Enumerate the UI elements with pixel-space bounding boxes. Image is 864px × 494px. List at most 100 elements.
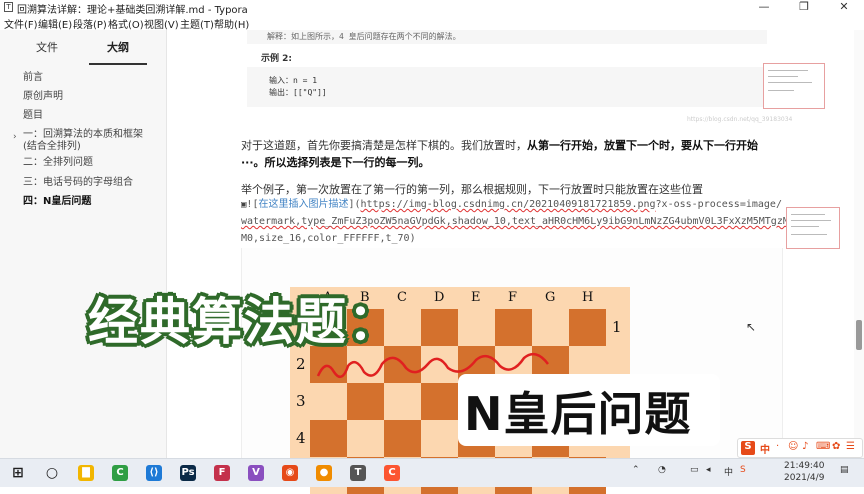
file-explorer-icon[interactable]: ▇	[78, 465, 94, 481]
vscode-icon[interactable]: ⟨⟩	[146, 465, 162, 481]
sidebar-tabs: 文件 大纲	[0, 36, 166, 65]
menu-edit[interactable]: 编辑(E)	[38, 16, 72, 31]
menu-format[interactable]: 格式(O)	[108, 16, 144, 31]
ime-toolbar[interactable]: S 中 · ☺ ♪ ⌨ ✿ ☰	[737, 438, 863, 458]
ime-voice-icon[interactable]: ♪	[802, 441, 808, 452]
menu-bar: 文件(F) 编辑(E) 段落(P) 格式(O) 视图(V) 主题(T) 帮助(H…	[0, 15, 864, 31]
rank-label-3: 3	[296, 392, 306, 410]
ime-keyboard-icon[interactable]: ⌨	[816, 441, 830, 452]
menu-paragraph[interactable]: 段落(P)	[73, 16, 107, 31]
image-url: https://img-blog.csdnimg.cn/202104091817…	[360, 199, 656, 210]
start-icon[interactable]: ⊞	[10, 465, 26, 481]
page-thumbnail-1[interactable]	[763, 63, 825, 109]
menu-file[interactable]: 文件(F)	[4, 16, 38, 31]
video-title-overlay: 经典算法题：	[88, 293, 400, 351]
chrome-icon[interactable]: ◉	[282, 465, 298, 481]
notifications-icon[interactable]: ▤	[840, 465, 849, 475]
outline-item-permutations[interactable]: 二：全排列问题	[23, 157, 93, 169]
board-square	[310, 420, 347, 457]
menu-view[interactable]: 视图(V)	[144, 16, 179, 31]
image-url-tail: M0,size_16,color_FFFFFF,t_70)	[241, 233, 416, 244]
explanation-block: 解释：如上图所示，4 皇后问题存在两个不同的解法。	[247, 30, 767, 44]
mouse-cursor-icon: ↖	[746, 320, 757, 334]
rank-label-4: 4	[296, 429, 306, 447]
board-square	[347, 383, 384, 420]
visual-studio-icon[interactable]: V	[248, 465, 264, 481]
ime-menu-icon[interactable]: ☰	[846, 441, 855, 452]
paragraph-text: 对于这道题，首先你要搞清楚是怎样下棋的。我们放置时，	[241, 139, 527, 152]
search-icon[interactable]: ○	[44, 465, 60, 481]
md-bracket-open: ![	[246, 199, 259, 210]
image-alt-text: 在这里插入图片描述	[258, 199, 349, 210]
csdn-watermark: https://blog.csdn.net/qq_39183034	[687, 116, 793, 123]
ime-punctuation-icon[interactable]: ·	[776, 441, 779, 452]
board-square	[347, 420, 384, 457]
file-label-f: F	[508, 290, 518, 305]
flowchart-icon[interactable]: F	[214, 465, 230, 481]
md-bracket-mid: ](	[348, 199, 361, 210]
typora-app-icon: T	[4, 2, 13, 12]
tab-files[interactable]: 文件	[36, 39, 58, 55]
image-url-query: ?x-oss-process=image/	[655, 199, 782, 210]
volume-icon[interactable]: ◂	[706, 465, 711, 475]
example-heading: 示例 2:	[261, 54, 292, 64]
minimize-button[interactable]: —	[744, 0, 784, 15]
image-url-watermark: watermark,type_ZmFuZ3poZW5naGVpdGk,shado…	[241, 216, 795, 227]
camtasia-icon[interactable]: C	[112, 465, 128, 481]
sogou-logo-icon[interactable]: S	[741, 441, 755, 455]
editor-scrollbar[interactable]	[854, 30, 864, 458]
board-square	[421, 420, 458, 457]
menu-help[interactable]: 帮助(H)	[214, 16, 249, 31]
csdn-icon[interactable]: C	[384, 465, 400, 481]
board-square	[310, 383, 347, 420]
paragraph-explanation: 对于这道题，首先你要搞清楚是怎样下棋的。我们放置时，从第一行开始，放置下一个时，…	[241, 137, 781, 171]
maximize-button[interactable]: ❐	[784, 0, 824, 15]
tray-overflow-icon[interactable]: ⌃	[632, 465, 640, 475]
image-markdown-line2[interactable]: watermark,type_ZmFuZ3poZW5naGVpdGk,shado…	[241, 213, 795, 230]
outline-item-phone-letters[interactable]: 三：电话号码的字母组合	[23, 177, 133, 189]
image-markdown-line1[interactable]: ▣![在这里插入图片描述](https://img-blog.csdnimg.c…	[241, 196, 782, 214]
sidebar-footer: ‹	[0, 428, 175, 458]
example-output-line: 输出：[["Q"]]	[269, 88, 327, 97]
expand-chevron-icon[interactable]: ›	[13, 132, 17, 142]
sogou-tray-icon[interactable]: S	[740, 465, 746, 475]
rank-label-2: 2	[296, 355, 306, 373]
tab-outline[interactable]: 大纲	[107, 39, 129, 55]
image-markdown-line3[interactable]: M0,size_16,color_FFFFFF,t_70)	[241, 230, 416, 247]
outline-item-statement[interactable]: 原创声明	[23, 91, 63, 103]
file-label-g: G	[545, 290, 556, 305]
battery-icon[interactable]: ▭	[690, 465, 699, 475]
ime-language-toggle[interactable]: 中	[760, 441, 770, 456]
photoshop-icon[interactable]: Ps	[180, 465, 196, 481]
typora-icon[interactable]: T	[350, 465, 366, 481]
scrollbar-handle[interactable]	[856, 320, 862, 350]
clock-date[interactable]: 2021/4/9	[784, 473, 824, 483]
page-thumbnail-2[interactable]	[786, 207, 840, 249]
outline-item-problem[interactable]: 题目	[23, 110, 43, 122]
example-code-block[interactable]: 输入：n = 1 输出：[["Q"]]	[247, 67, 767, 107]
network-icon[interactable]: ◔	[658, 465, 666, 475]
paragraph-example-text: 举个例子，第一次放置在了第一行的第一列，那么根据规则，下一行放置时只能放置在这些…	[241, 183, 703, 196]
video-subtitle-overlay: N皇后问题	[458, 374, 720, 446]
outline-item-n-queens[interactable]: 四：N皇后问题	[23, 196, 91, 208]
menu-theme[interactable]: 主题(T)	[180, 16, 214, 31]
ime-mode-icon[interactable]: 中	[724, 465, 733, 478]
windows-taskbar: ⌃ ◔ ▭ ◂ 中 S 21:49:40 2021/4/9 ▤ ⊞ ○ ▇ C ⟨⟩ Ps…	[0, 458, 864, 487]
ime-emoji-icon[interactable]: ☺	[788, 441, 798, 452]
board-square	[421, 383, 458, 420]
board-square	[384, 420, 421, 457]
outline-item-backtracking-framework[interactable]: 一：回溯算法的本质和框架(结合全排列)	[23, 129, 153, 153]
active-tab-indicator	[89, 63, 147, 65]
ime-skin-icon[interactable]: ✿	[832, 441, 840, 452]
rank-label-right-1: 1	[612, 318, 622, 336]
video-subtitle-text: N皇后问题	[464, 387, 692, 441]
close-button[interactable]: ✕	[824, 0, 864, 15]
outline-item-preface[interactable]: 前言	[23, 72, 43, 84]
window-title: 回溯算法详解：理论+基础类回溯详解.md - Typora	[17, 5, 248, 16]
clock-time[interactable]: 21:49:40	[784, 461, 824, 471]
board-square	[384, 383, 421, 420]
file-label-d: D	[434, 290, 445, 305]
title-bar: T 回溯算法详解：理论+基础类回溯详解.md - Typora — ❐ ✕	[0, 0, 864, 16]
file-label-e: E	[471, 290, 481, 305]
recorder-icon[interactable]: ●	[316, 465, 332, 481]
